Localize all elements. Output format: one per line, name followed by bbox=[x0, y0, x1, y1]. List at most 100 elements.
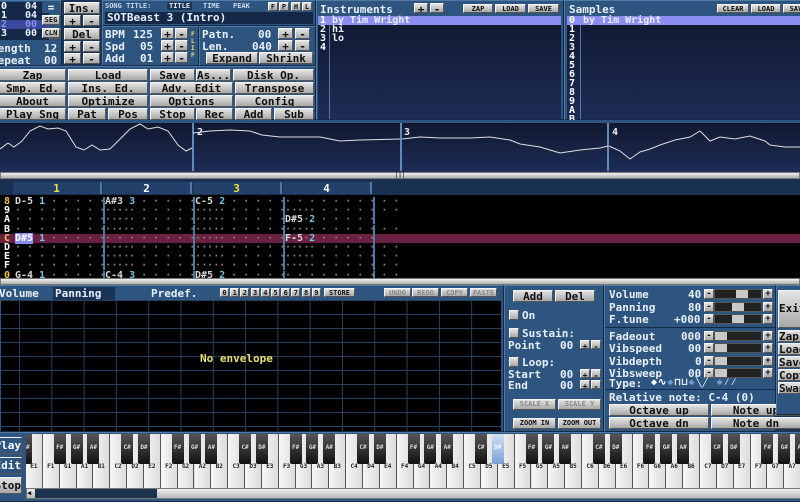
volume-slider[interactable] bbox=[714, 289, 762, 299]
piano-keyboard[interactable]: E1 F1 G1 A1 B1 C2 D2 E2 F2 G2 A2 B2 C3 D3 E3 F3 G3 A3 B3 C4… bbox=[26, 434, 800, 488]
sample-item[interactable]: 1 bbox=[567, 25, 800, 35]
panning-slider-handle[interactable] bbox=[732, 302, 744, 311]
flip-label[interactable]: FLIP bbox=[191, 31, 197, 59]
piano-scroll-thumb[interactable] bbox=[35, 489, 157, 498]
bpm-minus-button[interactable]: - bbox=[175, 28, 188, 39]
channel-header[interactable]: 3 bbox=[193, 182, 282, 195]
flag-h-button[interactable]: H bbox=[291, 2, 301, 11]
vibrato-rampdown-radio[interactable]: ◆ bbox=[688, 377, 695, 388]
volume-slider-handle[interactable] bbox=[736, 290, 749, 298]
flag-l-button[interactable]: L bbox=[302, 2, 312, 11]
piano-key-D#5[interactable]: D# bbox=[491, 434, 504, 464]
piano-key-D#2[interactable]: D# bbox=[137, 434, 150, 464]
tab-peak[interactable]: PEAK bbox=[233, 2, 250, 10]
sample-save-button[interactable]: SAVE bbox=[783, 4, 800, 13]
cln-button[interactable]: CLN bbox=[42, 28, 60, 38]
piano-key-C#3[interactable]: C# bbox=[239, 434, 252, 464]
panning-slider[interactable] bbox=[714, 301, 762, 312]
exit-button[interactable]: Exit bbox=[778, 290, 800, 328]
add-plus-button[interactable]: + bbox=[161, 52, 174, 63]
flag-f-button[interactable]: F bbox=[268, 2, 278, 11]
tab-time[interactable]: TIME bbox=[203, 2, 220, 10]
predef-4-button[interactable]: 4 bbox=[260, 288, 270, 297]
channel-header[interactable]: 1 bbox=[13, 182, 102, 195]
length-minus-button2[interactable]: - bbox=[295, 40, 310, 51]
instrument-item[interactable]: 2 hi bbox=[318, 25, 561, 35]
vibspeed-slider[interactable] bbox=[714, 343, 762, 354]
delete-order-button[interactable]: Del bbox=[64, 28, 100, 40]
piano-key-A#4[interactable]: A# bbox=[441, 434, 454, 464]
piano-key-G#4[interactable]: G# bbox=[424, 434, 437, 464]
channel-header[interactable]: 4 bbox=[283, 182, 372, 195]
sustain-point-minus[interactable]: - bbox=[591, 340, 601, 349]
vibsweep-plus-button[interactable]: + bbox=[763, 367, 773, 378]
instrument-item[interactable]: 3 lo bbox=[318, 34, 561, 44]
menu-button-stop[interactable]: Stop bbox=[150, 108, 195, 120]
menu-button-zap[interactable]: Zap bbox=[0, 69, 66, 81]
instrument-add-button[interactable]: + bbox=[414, 3, 428, 13]
piano-key-C#5[interactable]: C# bbox=[474, 434, 487, 464]
vibrato-sine-radio[interactable]: ◆∿ bbox=[651, 377, 667, 388]
piano-key-D#7[interactable]: D# bbox=[727, 434, 740, 464]
octave-down-button[interactable]: Octave dn bbox=[609, 417, 709, 429]
envelope-paste-button[interactable]: PASTE bbox=[470, 288, 497, 297]
envelope-add-point-button[interactable]: Add bbox=[513, 290, 553, 302]
fadeout-plus-button[interactable]: + bbox=[763, 331, 773, 341]
piano-key-A#7[interactable]: A# bbox=[795, 434, 800, 464]
menu-button-save[interactable]: Save bbox=[150, 69, 195, 81]
sample-item[interactable]: 6 bbox=[567, 70, 800, 80]
loop-checkbox[interactable] bbox=[509, 357, 519, 367]
menu-button-sub[interactable]: Sub bbox=[274, 108, 314, 120]
sample-item[interactable]: 3 bbox=[567, 43, 800, 53]
repeat-plus-button[interactable]: + bbox=[64, 53, 81, 64]
predef-8-button[interactable]: 8 bbox=[301, 288, 311, 297]
piano-key-C#6[interactable]: C# bbox=[592, 434, 605, 464]
add-minus-button[interactable]: - bbox=[175, 52, 188, 63]
piano-key-F#4[interactable]: F# bbox=[407, 434, 420, 464]
piano-key-D#1[interactable]: D# bbox=[26, 434, 32, 464]
piano-key-F#3[interactable]: F# bbox=[289, 434, 302, 464]
instrument-item[interactable]: 1 by Tim Wright bbox=[318, 16, 561, 26]
ftune-plus-button[interactable]: + bbox=[763, 314, 773, 324]
order-plus-button[interactable]: + bbox=[64, 15, 81, 26]
speed-plus-button[interactable]: + bbox=[161, 40, 174, 51]
zap-sample-button[interactable]: Zap bbox=[778, 330, 800, 342]
predef-5-button[interactable]: 5 bbox=[271, 288, 280, 297]
menu-button-disk-op[interactable]: Disk Op. bbox=[233, 69, 314, 81]
volume-plus-button[interactable]: + bbox=[763, 289, 773, 299]
piano-key-D#3[interactable]: D# bbox=[255, 434, 268, 464]
sustain-point-plus[interactable]: + bbox=[580, 340, 590, 349]
swap-sample-button[interactable]: Swap bbox=[778, 382, 800, 394]
menu-button-optimize[interactable]: Optimize bbox=[68, 95, 148, 107]
vibdepth-slider-handle[interactable] bbox=[715, 356, 727, 365]
repeat-minus-button[interactable]: - bbox=[83, 53, 100, 64]
pattern-minus-button[interactable]: - bbox=[295, 28, 310, 39]
flag-p-button[interactable]: P bbox=[279, 2, 289, 11]
channel-scopes[interactable]: 2 3 4 bbox=[0, 120, 800, 171]
menu-button-pos[interactable]: Pos bbox=[108, 108, 148, 120]
envelope-on-checkbox[interactable] bbox=[509, 310, 519, 320]
menu-button-about[interactable]: About bbox=[0, 95, 66, 107]
octave-up-button[interactable]: Octave up bbox=[609, 404, 709, 416]
piano-key-G#3[interactable]: G# bbox=[306, 434, 319, 464]
bpm-plus-button[interactable]: + bbox=[161, 28, 174, 39]
sample-item[interactable]: 5 bbox=[567, 61, 800, 71]
scale-x-button[interactable]: SCALE X bbox=[513, 399, 556, 410]
zoom-out-button[interactable]: ZOOM OUT bbox=[558, 418, 601, 429]
envelope-copy-button[interactable]: COPY bbox=[441, 288, 468, 297]
copy-sample-button[interactable]: Copy bbox=[778, 369, 800, 381]
piano-key-F#5[interactable]: F# bbox=[525, 434, 538, 464]
instrument-list[interactable]: 1 by Tim Wright 2 hi 3 lo 4 bbox=[318, 16, 561, 119]
envelope-redo-button[interactable]: REDO bbox=[412, 288, 439, 297]
piano-key-A#5[interactable]: A# bbox=[559, 434, 572, 464]
menu-button-options[interactable]: Options bbox=[150, 95, 233, 107]
menu-button-config[interactable]: Config bbox=[235, 95, 314, 107]
loop-end-plus[interactable]: + bbox=[580, 380, 590, 389]
predef-3-button[interactable]: 3 bbox=[250, 288, 260, 297]
tab-volume-envelope[interactable]: Volume bbox=[0, 287, 53, 300]
sample-load-button[interactable]: LOAD bbox=[751, 4, 781, 13]
pattern-editor[interactable]: 1234 8 D-5 1 · · · · · A#3 3 · · · · · C-5 … bbox=[0, 180, 800, 280]
piano-scroll-left[interactable]: ◀ bbox=[27, 489, 35, 498]
sample-item[interactable]: 2 bbox=[567, 34, 800, 44]
piano-key-C#4[interactable]: C# bbox=[357, 434, 369, 464]
